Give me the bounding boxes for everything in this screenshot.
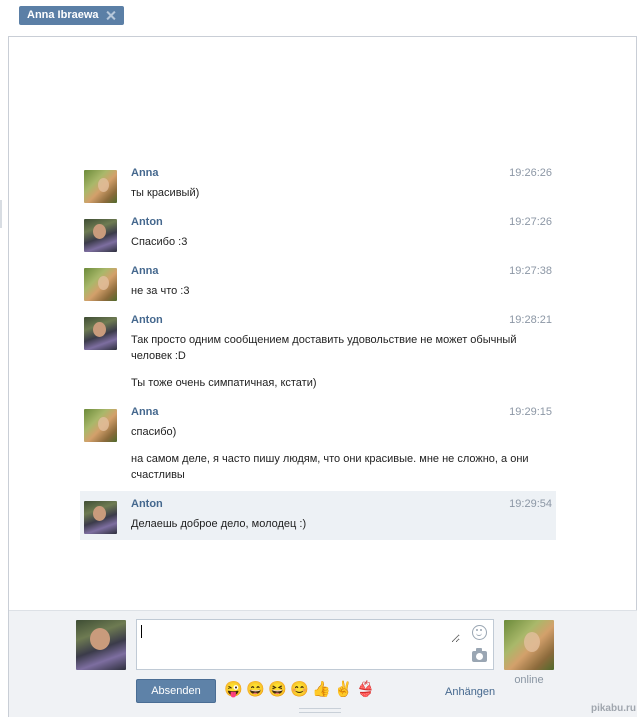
send-button[interactable]: Absenden [136, 679, 216, 703]
anna-avatar[interactable] [84, 170, 117, 203]
close-icon[interactable] [105, 10, 116, 21]
watermark: pikabu.ru [590, 703, 636, 714]
emoji-quick-bar: 😜 😄 😆 😊 👍 ✌ 👙 [224, 681, 375, 699]
message-body: Anna 19:27:38 не за что :3 [131, 265, 552, 299]
message-text: на самом деле, я часто пишу людям, что о… [131, 453, 529, 481]
composer-area: online Absenden 😜 😄 😆 😊 👍 ✌ 👙 Anhängen [9, 610, 637, 717]
emoji-button[interactable]: 👍 [312, 681, 331, 699]
peer-avatar[interactable] [504, 620, 554, 670]
text-caret [141, 625, 142, 638]
message-header: Anna 19:26:26 [131, 167, 552, 184]
message-input-box[interactable] [136, 619, 494, 670]
message-time: 19:29:54 [509, 498, 552, 510]
message-author[interactable]: Anton [131, 314, 163, 326]
message-time: 19:29:15 [509, 406, 552, 418]
chat-tab[interactable]: Anna Ibraewa [19, 6, 124, 25]
message-author[interactable]: Anton [131, 498, 163, 510]
resize-handle[interactable] [299, 708, 341, 713]
message-body: Anna 19:26:26 ты красивый) [131, 167, 552, 201]
message-header: Anna 19:29:15 [131, 406, 552, 423]
message-header: Anna 19:27:38 [131, 265, 552, 282]
emoji-button[interactable]: 😆 [268, 681, 287, 699]
message-body: Anton 19:28:21 Так просто одним сообщением… [131, 314, 552, 391]
message-author[interactable]: Anna [131, 265, 159, 277]
message-list: Anna 19:26:26 ты красивый) Anton 19:27:26 Спа… [80, 160, 556, 540]
emoji-button[interactable]: 😄 [246, 681, 265, 699]
message-text: Спасибо :3 [131, 236, 188, 248]
message-body: Anton 19:27:26 Спасибо :3 [131, 216, 552, 250]
message-item[interactable]: Anna 19:27:38 не за что :3 [80, 258, 556, 307]
anna-avatar[interactable] [84, 268, 117, 301]
message-author[interactable]: Anton [131, 216, 163, 228]
message-author[interactable]: Anna [131, 167, 159, 179]
message-header: Anton 19:29:54 [131, 498, 552, 515]
peer-online-status: online [514, 674, 544, 686]
message-header: Anton 19:28:21 [131, 314, 552, 331]
smile-icon[interactable] [472, 625, 487, 640]
message-text: ты красивый) [131, 187, 200, 199]
left-edge-marker [0, 200, 2, 228]
message-item[interactable]: Anton 19:28:21 Так просто одним сообщением… [80, 307, 556, 399]
emoji-button[interactable]: 😊 [290, 681, 309, 699]
message-text: не за что :3 [131, 285, 190, 297]
anna-avatar[interactable] [84, 409, 117, 442]
message-time: 19:26:26 [509, 167, 552, 179]
message-item[interactable]: Anton 19:27:26 Спасибо :3 [80, 209, 556, 258]
anton-avatar[interactable] [84, 317, 117, 350]
message-item[interactable]: Anna 19:26:26 ты красивый) [80, 160, 556, 209]
message-body: Anna 19:29:15 спасибо) на самом деле, я час… [131, 406, 552, 483]
emoji-button[interactable]: ✌ [334, 681, 353, 699]
emoji-button[interactable]: 😜 [224, 681, 243, 699]
anton-avatar[interactable] [84, 501, 117, 534]
message-text: Так просто одним сообщением доставить уд… [131, 334, 517, 362]
message-input[interactable] [140, 623, 460, 643]
message-time: 19:27:26 [509, 216, 552, 228]
message-time: 19:27:38 [509, 265, 552, 277]
message-item[interactable]: Anton 19:29:54 Делаешь доброе дело, молоде… [80, 491, 556, 540]
emoji-button[interactable]: 👙 [356, 681, 375, 699]
message-item[interactable]: Anna 19:29:15 спасибо) на самом деле, я час… [80, 399, 556, 491]
message-body: Anton 19:29:54 Делаешь доброе дело, молоде… [131, 498, 552, 532]
message-text: Делаешь доброе дело, молодец :) [131, 518, 307, 530]
message-time: 19:28:21 [509, 314, 552, 326]
attach-link[interactable]: Anhängen [445, 686, 495, 698]
message-header: Anton 19:27:26 [131, 216, 552, 233]
anton-avatar[interactable] [84, 219, 117, 252]
my-avatar[interactable] [76, 620, 126, 670]
message-author[interactable]: Anna [131, 406, 159, 418]
top-bar: Anna Ibraewa [0, 0, 639, 36]
chat-tab-label: Anna Ibraewa [27, 9, 99, 21]
message-text: Ты тоже очень симпатичная, кстати) [131, 377, 317, 389]
camera-icon[interactable] [472, 648, 487, 662]
message-text: спасибо) [131, 426, 177, 438]
